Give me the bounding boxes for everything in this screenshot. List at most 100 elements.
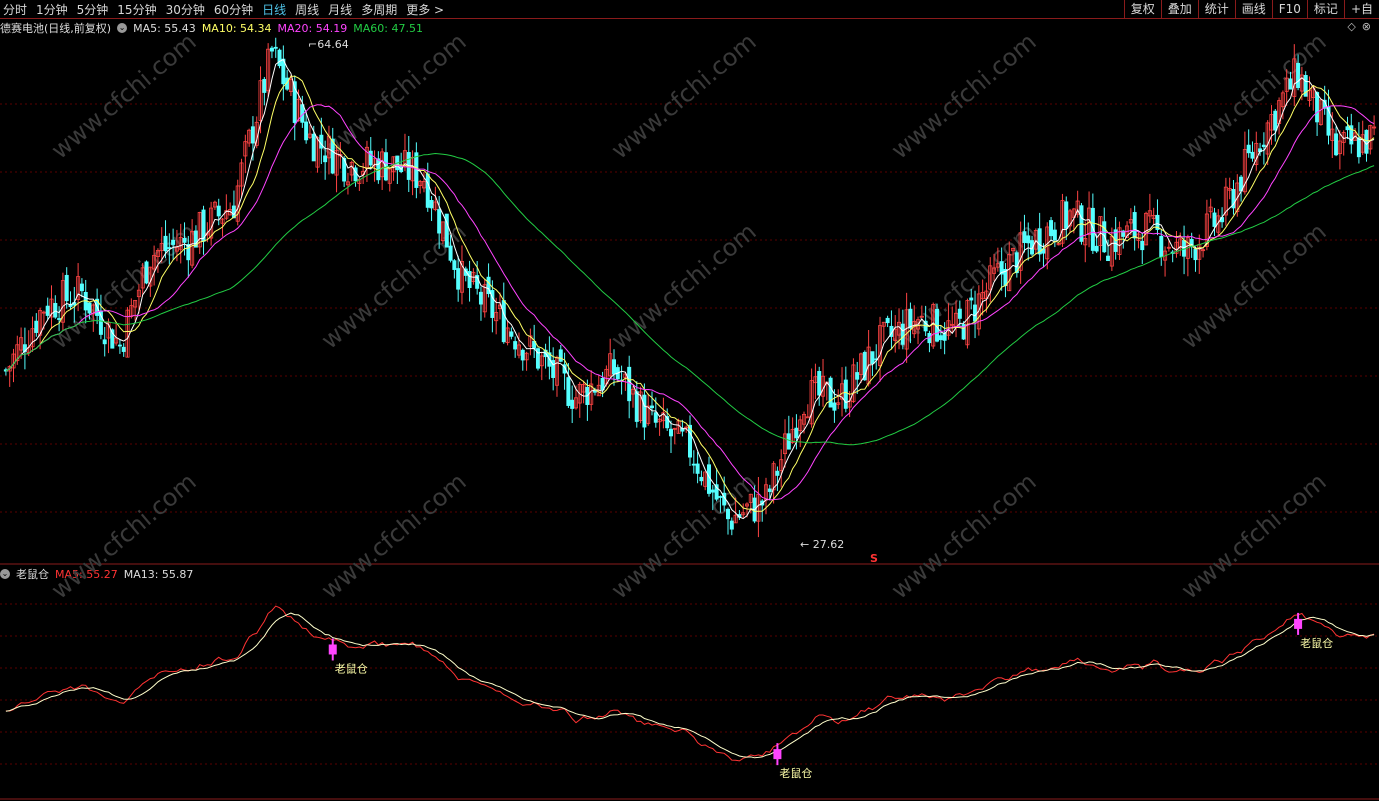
candle-body: [448, 245, 453, 261]
candle-body: [794, 427, 799, 439]
candle-body: [304, 121, 309, 141]
candle-body: [121, 346, 126, 352]
candle-body: [1273, 110, 1278, 131]
ma-line-ma60: [5, 152, 1375, 446]
signal-label: 老鼠仓: [1300, 636, 1333, 650]
watermark-text: www.cfchi.com: [46, 217, 202, 354]
candle-body: [1094, 245, 1099, 252]
watermark-text: www.cfchi.com: [316, 467, 472, 604]
candle-body: [429, 200, 434, 209]
low-price-label: ← 27.62: [800, 538, 844, 551]
candle-body: [642, 394, 647, 428]
candle-body: [79, 283, 84, 292]
candle-body: [1026, 235, 1031, 244]
watermark-text: www.cfchi.com: [1176, 467, 1332, 604]
candle-body: [87, 302, 92, 314]
candle-body: [558, 349, 563, 362]
candle-body: [437, 209, 442, 234]
candle-body: [634, 391, 639, 422]
watermark-text: www.cfchi.com: [606, 27, 762, 164]
candle-body: [938, 335, 943, 341]
candle-body: [695, 463, 700, 474]
candle-body: [53, 302, 58, 318]
candle-body: [1334, 133, 1339, 156]
candle-body: [908, 308, 913, 329]
candle-body: [262, 78, 267, 93]
watermark-text: www.cfchi.com: [606, 217, 762, 354]
signal-label: 老鼠仓: [779, 766, 812, 780]
candle-body: [452, 260, 457, 270]
candle-body: [456, 268, 461, 290]
candle-body: [1064, 201, 1069, 229]
candle-body: [1037, 228, 1042, 255]
candle-body: [1212, 212, 1217, 227]
candle-body: [726, 508, 731, 520]
candle-body: [600, 377, 605, 391]
candle-body: [855, 372, 860, 380]
candle-body: [216, 205, 221, 217]
ind-ma5-line: [5, 605, 1375, 762]
candle-body: [520, 349, 525, 361]
candle-body: [699, 476, 704, 482]
watermark-text: www.cfchi.com: [1176, 27, 1332, 164]
candle-body: [171, 239, 176, 245]
candle-body: [1296, 62, 1301, 88]
candle-body: [1356, 137, 1361, 158]
candle-body: [828, 377, 833, 408]
candle-body: [117, 344, 122, 347]
candle-body: [330, 138, 335, 174]
candle-body: [805, 416, 810, 419]
candle-body: [1159, 236, 1164, 257]
candle-body: [1261, 144, 1266, 148]
watermark-text: www.cfchi.com: [886, 27, 1042, 164]
candle-body: [1288, 78, 1293, 90]
candle-body: [832, 402, 837, 411]
candle-body: [710, 489, 715, 493]
candle-body: [718, 496, 723, 498]
high-price-label: ⌐64.64: [308, 38, 349, 51]
candle-body: [1106, 255, 1111, 262]
candle-body: [513, 341, 518, 350]
candle-body: [900, 323, 905, 345]
signal-label: 老鼠仓: [335, 661, 368, 675]
chart-canvas[interactable]: www.cfchi.com www.cfchi.com www.cfchi.com w…: [0, 0, 1379, 801]
candle-body: [843, 379, 848, 409]
candle-body: [668, 428, 673, 437]
watermark-text: www.cfchi.com: [46, 467, 202, 604]
candle-body: [509, 331, 514, 337]
s-marker: S: [870, 552, 878, 565]
watermark-text: www.cfchi.com: [46, 27, 202, 164]
candle-body: [691, 463, 696, 466]
candle-body: [1132, 212, 1137, 239]
candle-body: [786, 433, 791, 450]
watermark-text: www.cfchi.com: [886, 467, 1042, 604]
candle-body: [144, 261, 149, 284]
candle-body: [1049, 220, 1054, 237]
candle-body: [1364, 129, 1369, 154]
candle-body: [182, 237, 187, 243]
candle-body: [501, 300, 506, 343]
candle-body: [649, 405, 654, 409]
candle-body: [57, 318, 62, 320]
candle-body: [102, 339, 107, 345]
candle-body: [1315, 92, 1320, 123]
candle-body: [1022, 231, 1027, 243]
candle-body: [467, 271, 472, 289]
candle-body: [45, 305, 50, 316]
candle-body: [570, 399, 575, 409]
candle-body: [957, 308, 962, 319]
candle-body: [969, 297, 974, 301]
candle-body: [277, 49, 282, 67]
candle-body: [1140, 240, 1145, 251]
candle-body: [817, 371, 822, 396]
candle-body: [1250, 151, 1255, 159]
candle-body: [566, 377, 571, 406]
candle-body: [973, 304, 978, 322]
watermark-text: www.cfchi.com: [606, 467, 762, 604]
candle-body: [250, 126, 255, 144]
candle-body: [64, 274, 69, 302]
candle-body: [1345, 126, 1350, 131]
candle-body: [775, 470, 780, 476]
candle-body: [273, 46, 278, 49]
candle-body: [163, 235, 168, 252]
